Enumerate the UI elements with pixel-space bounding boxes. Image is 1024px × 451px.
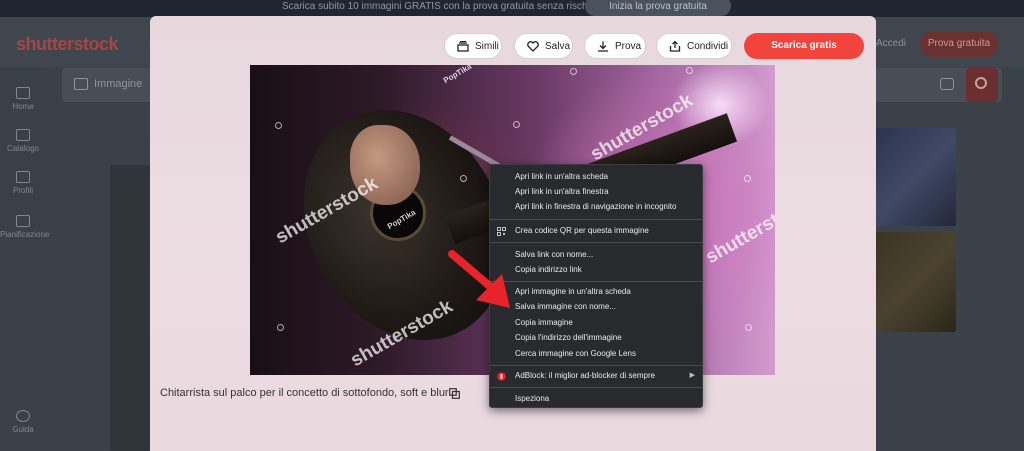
similar-button-label: Simili — [475, 40, 499, 52]
sidebar-item-planning[interactable]: Pianificazione — [0, 215, 50, 239]
watermark-dot — [744, 175, 751, 182]
sidebar-item-home[interactable]: Home — [0, 87, 46, 111]
sidebar-item-label: Guida — [12, 425, 34, 434]
menu-copy-image[interactable]: Copia immagine — [490, 316, 702, 330]
menu-open-image-new-tab[interactable]: Apri immagine in un'altra scheda — [490, 285, 702, 299]
menu-item-label: Crea codice QR per questa immagine — [515, 226, 649, 235]
share-button-label: Condividi — [687, 40, 729, 52]
sidebar-item-label: Home — [12, 102, 34, 111]
menu-create-qr-code[interactable]: Crea codice QR per questa immagine — [490, 224, 702, 238]
share-button[interactable]: Condividi — [656, 33, 732, 59]
watermark-dot — [686, 67, 693, 74]
result-thumbnail[interactable] — [876, 232, 956, 332]
watermark-dot — [745, 324, 752, 331]
menu-copy-link-address[interactable]: Copia indirizzo link — [490, 263, 702, 277]
watermark-dot — [460, 175, 467, 182]
promo-banner-text: Scarica subito 10 immagini GRATIS con la… — [282, 1, 593, 12]
profiles-icon — [16, 171, 30, 183]
result-thumbnail[interactable] — [876, 128, 956, 226]
watermark-dot — [513, 121, 520, 128]
try-button-label: Prova — [615, 40, 642, 52]
menu-separator — [490, 365, 702, 366]
credit-text: PopTika — [441, 65, 474, 86]
image-caption: Chitarrista sul palco per il concetto di… — [160, 387, 449, 399]
menu-separator — [490, 281, 702, 282]
menu-save-image-as[interactable]: Salva immagine con nome... — [490, 300, 702, 314]
menu-copy-image-address[interactable]: Copia l'indirizzo dell'immagine — [490, 331, 702, 345]
menu-adblock[interactable]: AdBlock: il miglior ad-blocker di sempre… — [490, 369, 702, 383]
home-icon — [16, 87, 30, 99]
similar-button[interactable]: Simili — [444, 33, 502, 59]
shutterstock-logo[interactable]: shutterstock — [16, 34, 119, 55]
menu-separator — [490, 219, 702, 220]
menu-inspect[interactable]: Ispeziona — [490, 392, 702, 406]
help-icon — [16, 410, 30, 422]
login-link[interactable]: Accedi — [876, 38, 906, 49]
image-type-icon — [74, 78, 88, 90]
watermark-dot — [275, 122, 282, 129]
menu-separator — [490, 387, 702, 388]
menu-separator — [490, 242, 702, 243]
download-icon — [598, 41, 608, 52]
try-button[interactable]: Prova — [584, 33, 646, 59]
free-download-button[interactable]: Scarica gratis — [744, 33, 864, 59]
search-button[interactable] — [966, 68, 998, 102]
heart-icon — [527, 40, 539, 52]
search-input[interactable]: Immagine — [94, 78, 142, 90]
save-button-label: Salva — [545, 40, 571, 52]
sidebar-item-profiles[interactable]: Profili — [0, 171, 46, 195]
sidebar-item-catalog[interactable]: Catalogo — [0, 129, 46, 153]
copy-icon[interactable] — [449, 388, 460, 399]
save-button[interactable]: Salva — [514, 33, 573, 59]
free-trial-button[interactable]: Prova gratuita — [920, 31, 998, 57]
camera-icon[interactable] — [940, 78, 954, 90]
menu-open-link-new-tab[interactable]: Apri link in un'altra scheda — [490, 170, 702, 184]
promo-banner: Scarica subito 10 immagini GRATIS con la… — [0, 0, 1024, 17]
menu-save-link-as[interactable]: Salva link con nome... — [490, 248, 702, 262]
watermark-dot — [570, 68, 577, 75]
sidebar-item-help[interactable]: Guida — [0, 410, 46, 434]
catalog-icon — [16, 129, 30, 141]
search-icon — [975, 77, 987, 89]
stack-icon — [457, 40, 469, 52]
sidebar-item-label: Profili — [12, 186, 33, 195]
watermark-dot — [277, 324, 284, 331]
menu-open-link-new-window[interactable]: Apri link in un'altra finestra — [490, 185, 702, 199]
start-trial-button[interactable]: Inizia la prova gratuita — [585, 0, 731, 16]
share-icon — [669, 40, 681, 52]
sidebar-item-label: Pianificazione — [0, 230, 50, 239]
context-menu: Apri link in un'altra scheda Apri link i… — [489, 164, 703, 408]
planning-icon — [16, 215, 30, 227]
sidebar: Home Catalogo Profili Pianificazione Gui… — [0, 67, 50, 451]
menu-item-label: AdBlock: il miglior ad-blocker di sempre — [515, 371, 656, 380]
adblock-icon — [497, 372, 506, 381]
red-pointer-arrow-icon — [448, 250, 510, 308]
qr-code-icon — [497, 227, 506, 236]
menu-open-link-incognito[interactable]: Apri link in finestra di navigazione in … — [490, 200, 702, 214]
sidebar-item-label: Catalogo — [6, 144, 40, 153]
watermark-text: shutterstock — [702, 192, 775, 269]
result-thumbnail[interactable] — [110, 165, 150, 451]
menu-search-google-lens[interactable]: Cerca immagine con Google Lens — [490, 347, 702, 361]
submenu-arrow-icon: ▶ — [689, 372, 695, 379]
